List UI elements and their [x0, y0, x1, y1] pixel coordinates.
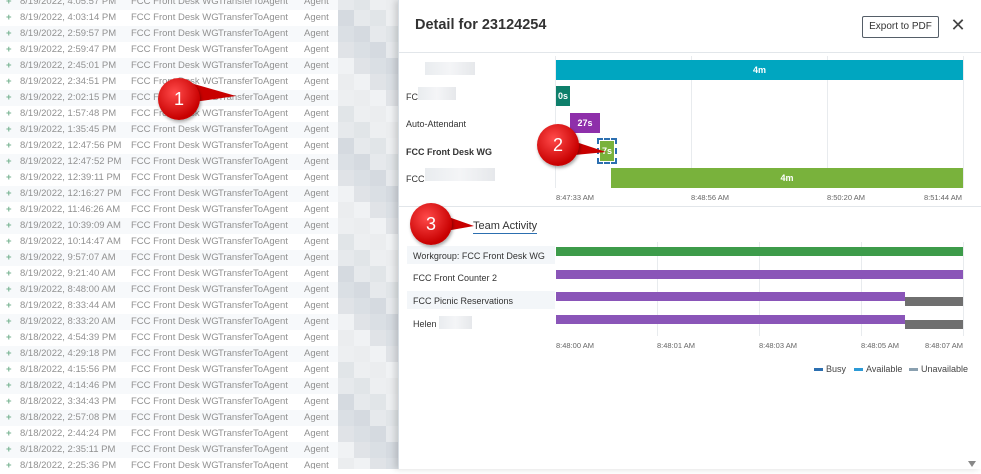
header-divider [399, 52, 981, 53]
legend-unavailable[interactable]: Unavailable [909, 364, 968, 374]
timeline-tick: 8:50:20 AM [827, 193, 865, 202]
timeline-tick: 8:51:44 AM [924, 193, 962, 202]
timeline-row-label: FCC [406, 174, 425, 184]
team-tick: 8:48:00 AM [556, 341, 594, 350]
team-tick: 8:48:07 AM [925, 341, 963, 350]
redacted-label [425, 62, 475, 75]
detail-panel: Detail for 23124254 Export to PDF ✕ 4m F… [398, 0, 981, 469]
team-status-bar-unavailable[interactable] [905, 297, 963, 306]
callout-badge-2: 2 [537, 124, 579, 166]
team-activity-link[interactable]: Team Activity [473, 220, 538, 234]
timeline-tick: 8:48:56 AM [691, 193, 729, 202]
panel-title: Detail for 23124254 [415, 17, 547, 33]
team-row-label: FCC Picnic Reservations [413, 296, 514, 306]
timeline-row-label: FCC Front Desk WG [406, 147, 493, 157]
redacted-label [439, 316, 472, 329]
export-pdf-button[interactable]: Export to PDF [862, 16, 939, 38]
scroll-down-icon [968, 461, 976, 467]
legend-available[interactable]: Available [854, 364, 902, 374]
team-status-bar[interactable] [556, 247, 963, 256]
timeline-row-label: FC [406, 92, 418, 102]
team-status-bar-unavailable[interactable] [905, 320, 963, 329]
timeline-tick: 8:47:33 AM [556, 193, 594, 202]
section-divider [399, 206, 981, 207]
team-status-bar[interactable] [556, 292, 905, 301]
timeline-bar[interactable]: 0s [556, 86, 570, 106]
team-status-bar[interactable] [556, 315, 905, 324]
callout-badge-1: 1 [158, 78, 200, 120]
timeline-bar[interactable]: 4m [611, 168, 963, 188]
redacted-label [418, 87, 456, 100]
legend-swatch-icon [909, 368, 918, 372]
legend-swatch-icon [854, 368, 863, 372]
callout-badge-3: 3 [410, 203, 452, 245]
team-tick: 8:48:03 AM [759, 341, 797, 350]
redacted-label [425, 168, 495, 181]
legend-swatch-icon [814, 368, 823, 372]
close-icon[interactable]: ✕ [948, 14, 968, 36]
team-tick: 8:48:05 AM [861, 341, 899, 350]
timeline-bar[interactable]: 4m [556, 60, 963, 80]
team-row-label: Workgroup: FCC Front Desk WG [413, 251, 545, 261]
legend-busy[interactable]: Busy [814, 364, 846, 374]
team-row-label: FCC Front Counter 2 [413, 273, 498, 283]
team-row-label: Helen [413, 319, 437, 329]
team-status-bar[interactable] [556, 270, 963, 279]
team-tick: 8:48:01 AM [657, 341, 695, 350]
timeline-row-label: Auto-Attendant [406, 119, 467, 129]
scrollbar-handle[interactable] [966, 456, 978, 467]
